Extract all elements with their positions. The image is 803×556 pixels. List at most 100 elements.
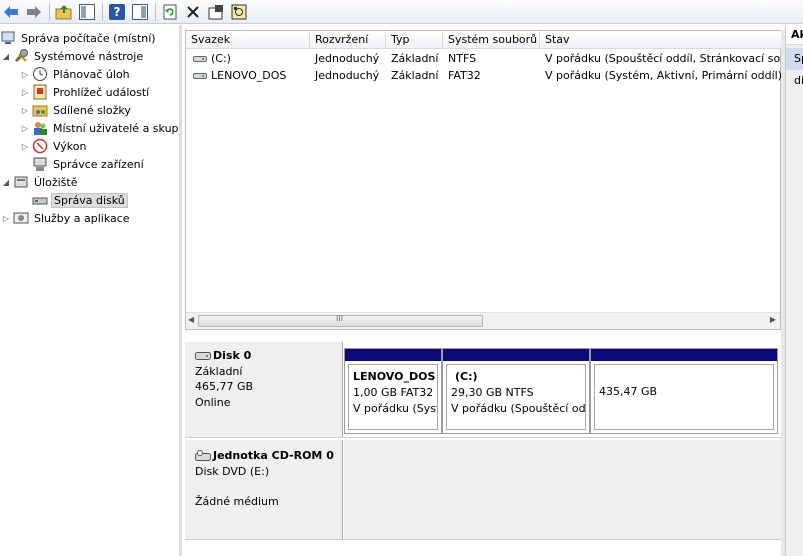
back-arrow-icon[interactable]	[0, 2, 22, 22]
partition[interactable]: LENOVO_DOS 1,00 GB FAT32 V pořádku (Syst…	[344, 348, 442, 434]
show-hide-tree-icon[interactable]	[76, 2, 98, 22]
volume-cell: LENOVO_DOS	[188, 67, 310, 84]
collapsed-arrow-icon[interactable]: ▷	[1, 214, 11, 223]
drive-icon	[193, 55, 207, 62]
help-glyph: ?	[109, 3, 125, 20]
computer-icon	[0, 30, 16, 46]
tree-item-storage[interactable]: ◢ Úložiště	[1, 173, 79, 191]
partition-label: LENOVO_DOS	[353, 370, 436, 383]
scrollbar-thumb[interactable]: III	[198, 314, 483, 327]
collapsed-arrow-icon[interactable]: ▷	[20, 142, 30, 151]
table-row[interactable]: LENOVO_DOS Jednoduchý Základní FAT32 V p…	[186, 67, 782, 84]
cdrom-info[interactable]: Jednotka CD-ROM 0 Disk DVD (E:) Žádné mé…	[185, 440, 343, 539]
storage-icon	[13, 174, 29, 190]
tree-item-system-tools[interactable]: ◢ Systémové nástroje	[1, 47, 145, 65]
collapsed-arrow-icon[interactable]: ▷	[20, 106, 30, 115]
tree-item-services-apps[interactable]: ▷ Služby a aplikace	[1, 209, 132, 227]
actions-pane: Akce Správa disků	[785, 25, 803, 556]
disk-kind: Základní	[195, 364, 243, 378]
tree-label: Prohlížeč událostí	[53, 85, 150, 99]
cdrom-icon	[195, 449, 211, 461]
users-icon	[32, 120, 48, 136]
column-header-layout[interactable]: Rozvržení	[310, 31, 386, 49]
scroll-left-arrow-icon[interactable]: ◀	[188, 315, 194, 324]
tree-item-event-viewer[interactable]: ▷ Prohlížeč událostí	[20, 83, 151, 101]
forward-arrow-icon[interactable]	[23, 2, 45, 22]
type-cell: Základní	[391, 52, 439, 65]
tree-item-disk-management[interactable]: Správa disků	[30, 191, 128, 209]
tree-item-shared-folders[interactable]: ▷ Sdílené složky	[20, 101, 133, 119]
toolbar-separator	[49, 2, 50, 21]
collapsed-arrow-icon[interactable]: ▷	[20, 88, 30, 97]
status-cell: V pořádku (Systém, Aktivní, Primární odd…	[545, 69, 782, 82]
tree-item-computer-management[interactable]: Správa počítače (místní)	[0, 29, 158, 47]
horizontal-scrollbar[interactable]: ◀ III ▶	[186, 312, 780, 329]
actions-title: Akce	[786, 25, 803, 45]
performance-icon	[32, 138, 48, 154]
cdrom-status: Žádné médium	[195, 495, 279, 508]
tree-label: Úložiště	[34, 175, 78, 189]
cdrom-row[interactable]: Jednotka CD-ROM 0 Disk DVD (E:) Žádné mé…	[185, 440, 781, 540]
volume-list: Svazek Rozvržení Typ Systém souborů Stav…	[185, 30, 782, 330]
partition-details: (C:) 29,30 GB NTFS V pořádku (Spouštěcí …	[446, 364, 586, 430]
partition-size: 29,30 GB NTFS	[451, 386, 534, 399]
tree-item-task-scheduler[interactable]: ▷ Plánovač úloh	[20, 65, 132, 83]
column-header-type[interactable]: Typ	[386, 31, 443, 49]
device-manager-icon	[32, 156, 48, 172]
delete-icon[interactable]	[182, 2, 204, 22]
layout-cell: Jednoduchý	[315, 69, 380, 82]
properties-icon[interactable]	[205, 2, 227, 22]
partition-status: V pořádku (Systém, Aktivní, Primární odd…	[353, 402, 437, 415]
type-cell: Základní	[391, 69, 439, 82]
tree-label-selected: Správa disků	[51, 192, 128, 208]
tree-item-local-users[interactable]: ▷ Místní uživatelé a skupiny	[20, 119, 179, 137]
partition-details: LENOVO_DOS 1,00 GB FAT32 V pořádku (Syst…	[348, 364, 438, 430]
tree-item-performance[interactable]: ▷ Výkon	[20, 137, 88, 155]
tree-label: Správce zařízení	[53, 157, 144, 171]
partition-details: 435,47 GB	[594, 364, 774, 430]
table-row[interactable]: (C:) Jednoduchý Základní NTFS V pořádku …	[186, 50, 782, 67]
disk-row[interactable]: Disk 0 Základní 465,77 GB Online LENOVO_…	[185, 342, 781, 438]
shared-folder-icon	[32, 102, 48, 118]
help-icon[interactable]: ?	[106, 2, 128, 22]
tree-label: Systémové nástroje	[34, 49, 144, 63]
event-viewer-icon	[32, 84, 48, 100]
partition-unallocated[interactable]: 435,47 GB	[590, 348, 778, 434]
up-folder-icon[interactable]	[53, 2, 75, 22]
tree-item-device-manager[interactable]: Správce zařízení	[30, 155, 146, 173]
collapsed-arrow-icon[interactable]: ▷	[20, 124, 30, 133]
volume-name: (C:)	[211, 52, 231, 65]
actions-item[interactable]: Správa disků	[786, 48, 803, 87]
refresh-icon[interactable]	[159, 2, 181, 22]
disk-icon[interactable]	[228, 2, 250, 22]
disk-name-text: Disk 0	[213, 349, 252, 362]
cdrom-kind: Disk DVD (E:)	[195, 464, 270, 478]
scroll-right-arrow-icon[interactable]: ▶	[770, 315, 776, 324]
layout-cell: Jednoduchý	[315, 52, 380, 65]
column-header-filesystem[interactable]: Systém souborů	[443, 31, 540, 49]
partition-bar	[591, 349, 777, 361]
partition-size: 435,47 GB	[599, 385, 658, 398]
status-cell: V pořádku (Spouštěcí oddíl, Stránkovací …	[545, 52, 782, 65]
services-icon	[13, 210, 29, 226]
column-header-volume[interactable]: Svazek	[186, 31, 310, 49]
partition-status: V pořádku (Spouštěcí oddíl, Stránkovací …	[451, 402, 586, 415]
partition-label: (C:)	[455, 370, 478, 383]
cdrom-empty-area	[344, 440, 781, 539]
expanded-arrow-icon[interactable]: ◢	[1, 178, 11, 187]
disk-info[interactable]: Disk 0 Základní 465,77 GB Online	[185, 342, 343, 437]
collapsed-arrow-icon[interactable]: ▷	[20, 70, 30, 79]
drive-icon	[193, 72, 207, 79]
volume-list-header: Svazek Rozvržení Typ Systém souborů Stav	[186, 31, 782, 49]
partition-size: 1,00 GB FAT32	[353, 386, 434, 399]
column-header-status[interactable]: Stav	[540, 31, 782, 49]
partition[interactable]: (C:) 29,30 GB NTFS V pořádku (Spouštěcí …	[442, 348, 590, 434]
vertical-splitter[interactable]	[781, 30, 785, 556]
toolbar-separator	[102, 2, 103, 21]
expanded-arrow-icon[interactable]: ◢	[1, 52, 11, 61]
tree-label: Plánovač úloh	[53, 67, 130, 81]
cdrom-name-text: Jednotka CD-ROM 0	[213, 449, 334, 462]
show-hide-action-icon[interactable]	[129, 2, 151, 22]
tree-label: Služby a aplikace	[34, 211, 130, 225]
filesystem-cell: FAT32	[448, 69, 481, 82]
